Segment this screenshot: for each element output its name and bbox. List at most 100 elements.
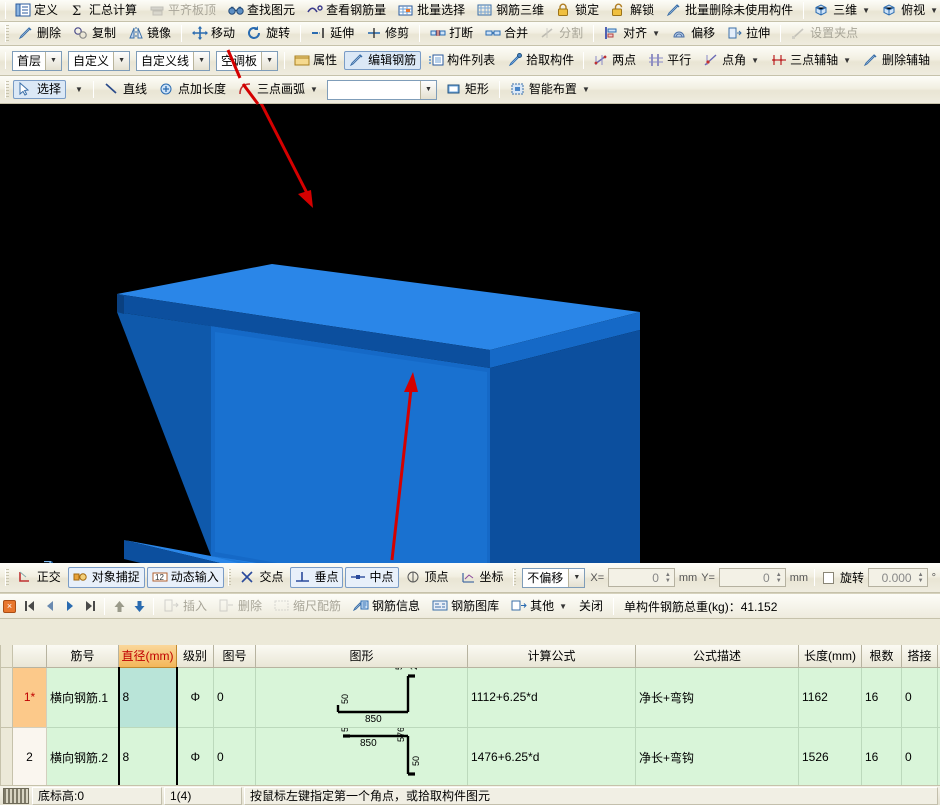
toolbar-button-batch-delete-unused[interactable]: 批量删除未使用构件	[661, 1, 798, 20]
rebar-button-delete[interactable]: 删除	[214, 597, 267, 616]
move-up-icon[interactable]	[109, 597, 129, 615]
snap-button-object-snap[interactable]: 对象捕捉	[68, 567, 145, 588]
toolbar-grip[interactable]	[5, 25, 9, 42]
toolbar-button-offset[interactable]: 偏移	[667, 24, 720, 43]
cell-name[interactable]: 横向钢筋.1	[47, 667, 119, 727]
th-name[interactable]: 筋号	[47, 645, 119, 667]
rebar-button-other[interactable]: 其他 ▼	[506, 597, 572, 616]
toolbar-button-view-rebar-qty[interactable]: 查看钢筋量	[302, 1, 391, 20]
cell-shape[interactable]: 50 850 212 50	[256, 667, 468, 727]
chevron-down-icon[interactable]: ▼	[568, 569, 584, 587]
cell-formula-desc[interactable]: 净长+弯钩	[636, 667, 799, 727]
cell-count[interactable]: 16	[862, 727, 902, 787]
th-diameter[interactable]: 直径(mm)	[119, 645, 177, 667]
chevron-down-icon[interactable]: ▼	[843, 51, 851, 70]
th-rownum[interactable]	[13, 645, 47, 667]
toolbar-button-align[interactable]: 对齐 ▼	[599, 24, 665, 43]
cell-shape[interactable]: 50 850 576 50	[256, 727, 468, 787]
toolbar-grip[interactable]	[5, 569, 9, 586]
chevron-down-icon[interactable]: ▼	[930, 1, 938, 20]
chevron-down-icon[interactable]: ▼	[75, 80, 83, 99]
x-spinner[interactable]: ▲▼	[662, 569, 674, 586]
cell-figure-no[interactable]: 0	[214, 667, 256, 727]
toolbar-button-summary-calc[interactable]: Σ 汇总计算	[65, 1, 142, 20]
chevron-down-icon[interactable]: ▼	[310, 80, 318, 99]
toolbar-button-lock[interactable]: 锁定	[551, 1, 604, 20]
cell-length[interactable]: 1162	[799, 667, 862, 727]
th-shape[interactable]: 图形	[256, 645, 468, 667]
toolbar-button-smart-layout[interactable]: 智能布置 ▼	[505, 80, 595, 99]
component-select[interactable]: 空调板 ▼	[216, 51, 278, 71]
toolbar-button-parallel-axis[interactable]: 平行	[643, 51, 696, 70]
cell-formula[interactable]: 1112+6.25*d	[468, 667, 636, 727]
chevron-down-icon[interactable]: ▼	[193, 52, 209, 70]
toolbar-grip[interactable]	[228, 569, 232, 586]
toolbar-button-move[interactable]: 移动	[187, 24, 240, 43]
toolbar-select-dropdown[interactable]: ▼	[68, 80, 88, 99]
toolbar-grip[interactable]	[5, 52, 6, 69]
toolbar-button-align-slab-top[interactable]: 平齐板顶	[144, 1, 221, 20]
cell-count[interactable]: 16	[862, 667, 902, 727]
cell-diameter[interactable]: 8	[119, 727, 177, 787]
toolbar-button-component-list[interactable]: 构件列表	[423, 51, 500, 70]
snap-button-perpendicular[interactable]: 垂点	[290, 567, 343, 588]
toolbar-button-unlock[interactable]: 解锁	[606, 1, 659, 20]
toolbar-button-trim[interactable]: 修剪	[361, 24, 414, 43]
draw-mode-select[interactable]: ▼	[327, 80, 437, 100]
toolbar-button-line[interactable]: 直线	[99, 80, 152, 99]
toolbar-grip[interactable]	[284, 52, 285, 69]
toolbar-button-edit-rebar[interactable]: 编辑钢筋	[344, 51, 421, 70]
snap-button-dynamic-input[interactable]: 12 动态输入	[147, 567, 224, 588]
toolbar-button-batch-select[interactable]: 批量选择	[393, 1, 470, 20]
th-length[interactable]: 长度(mm)	[799, 645, 862, 667]
row-number[interactable]: 2	[13, 727, 47, 787]
chevron-down-icon[interactable]: ▼	[261, 52, 277, 70]
cell-formula-desc[interactable]: 净长+弯钩	[636, 727, 799, 787]
toolbar-button-stretch[interactable]: 拉伸	[722, 24, 775, 43]
toolbar-button-three-point-arc[interactable]: 三点画弧 ▼	[233, 80, 323, 99]
table-row[interactable]: 1* 横向钢筋.1 8 Φ 0 50 850 212	[1, 667, 940, 727]
type-select[interactable]: 自定义线 ▼	[136, 51, 210, 71]
toolbar-button-extend[interactable]: 延伸	[306, 24, 359, 43]
cell-figure-no[interactable]: 0	[214, 727, 256, 787]
move-down-icon[interactable]	[129, 597, 149, 615]
cell-diameter[interactable]: 8	[119, 667, 177, 727]
cell-level[interactable]: Φ	[177, 727, 214, 787]
rebar-button-rebar-info[interactable]: 钢筋信息	[348, 597, 425, 616]
snap-button-midpoint[interactable]: 中点	[345, 567, 398, 588]
toolbar-button-break[interactable]: 打断	[425, 24, 478, 43]
rebar-button-insert[interactable]: 插入	[159, 597, 212, 616]
cell-level[interactable]: Φ	[177, 667, 214, 727]
cell-lap[interactable]: 0	[902, 667, 938, 727]
y-spinner[interactable]: ▲▼	[773, 569, 785, 586]
snap-button-coordinate[interactable]: 坐标	[456, 567, 509, 588]
close-icon[interactable]: ×	[3, 600, 16, 613]
chevron-down-icon[interactable]: ▼	[652, 24, 660, 43]
offset-mode-select[interactable]: 不偏移 ▼	[522, 568, 585, 588]
toolbar-grip[interactable]	[5, 2, 6, 19]
toolbar-button-three-point-axis[interactable]: 三点辅轴 ▼	[766, 51, 856, 70]
3d-viewport[interactable]: Z	[0, 104, 940, 563]
toolbar-button-point-angle[interactable]: 点角 ▼	[698, 51, 764, 70]
snap-button-vertex[interactable]: 顶点	[401, 567, 454, 588]
toolbar-grip[interactable]	[583, 52, 584, 69]
last-record-icon[interactable]	[80, 597, 100, 615]
x-input[interactable]: 0 ▲▼	[608, 568, 675, 587]
chevron-down-icon[interactable]: ▼	[862, 1, 870, 20]
toolbar-button-pick-component[interactable]: 拾取构件	[502, 51, 579, 70]
rotate-spinner[interactable]: ▲▼	[915, 569, 927, 586]
chevron-down-icon[interactable]: ▼	[582, 80, 590, 99]
toolbar-button-split[interactable]: 分割	[535, 24, 588, 43]
toolbar-grip[interactable]	[5, 81, 9, 98]
toolbar-button-mirror[interactable]: 镜像	[123, 24, 176, 43]
toolbar-button-point-length[interactable]: 点加长度	[154, 80, 231, 99]
toolbar-button-select[interactable]: 选择	[13, 80, 66, 99]
row-number[interactable]: 1*	[13, 667, 47, 727]
toolbar-button-rotate[interactable]: 旋转	[242, 24, 295, 43]
chevron-down-icon[interactable]: ▼	[420, 81, 436, 99]
rebar-button-scale-rebar[interactable]: 缩尺配筋	[269, 597, 346, 616]
rotate-checkbox[interactable]	[823, 572, 834, 584]
toolbar-button-delete[interactable]: 删除	[13, 24, 66, 43]
snap-button-intersection[interactable]: 交点	[235, 567, 288, 588]
th-figure-no[interactable]: 图号	[214, 645, 256, 667]
